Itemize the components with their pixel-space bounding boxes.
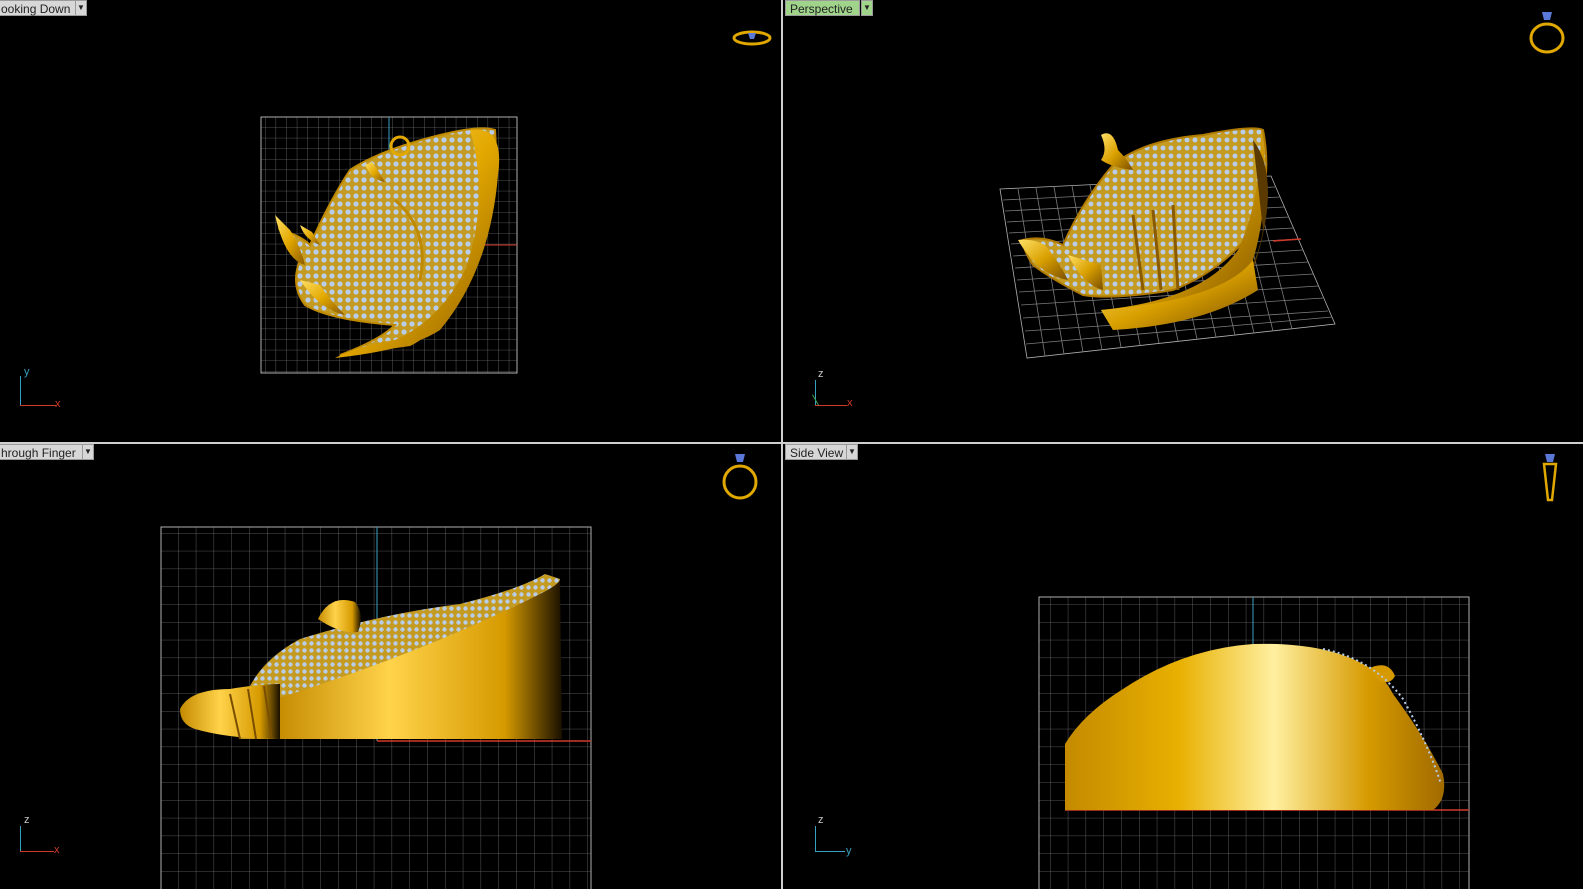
axis-triad: y x — [18, 366, 68, 412]
viewport-menu-button[interactable]: ▼ — [846, 444, 858, 460]
perspective-canvas — [999, 127, 1336, 359]
viewport-menu-button[interactable]: ▼ — [82, 444, 94, 460]
axis-triad: z y — [813, 814, 863, 858]
axis-label-vertical: z — [818, 368, 824, 380]
side-view-canvas — [1038, 596, 1470, 889]
viewport-label[interactable]: hrough Finger — [0, 444, 83, 460]
viewport-splitter-vertical[interactable] — [781, 0, 783, 889]
viewport-side-view[interactable]: Side View ▼ z y — [783, 444, 1583, 889]
viewport-splitter-horizontal[interactable] — [0, 442, 1583, 444]
axis-label-vertical: y — [24, 366, 30, 378]
viewport-label[interactable]: Side View — [785, 444, 851, 460]
axis-triad: z x — [18, 814, 68, 858]
axis-label-horizontal: x — [54, 844, 60, 856]
axis-label-vertical: z — [818, 814, 824, 826]
viewport-looking-down[interactable]: ooking Down ▼ y x — [0, 0, 781, 442]
viewport-through-finger[interactable]: hrough Finger ▼ z x — [0, 444, 781, 889]
axis-label-horizontal: x — [847, 397, 853, 409]
rhino-pendant-perspective — [1018, 127, 1268, 330]
axis-triad: z x — [812, 368, 863, 412]
looking-down-canvas — [260, 116, 518, 374]
through-finger-canvas — [160, 526, 592, 889]
ring-orientation-gizmo[interactable] — [718, 450, 762, 502]
axis-label-horizontal: y — [846, 845, 852, 857]
axis-label-vertical: z — [24, 814, 30, 826]
viewport-menu-button[interactable]: ▼ — [861, 0, 873, 16]
ring-orientation-gizmo[interactable] — [1525, 8, 1569, 56]
viewport-label[interactable]: ooking Down — [0, 0, 78, 16]
ring-orientation-gizmo[interactable] — [730, 26, 774, 50]
viewport-menu-button[interactable]: ▼ — [75, 0, 87, 16]
viewport-label[interactable]: Perspective — [785, 0, 860, 16]
ring-orientation-gizmo[interactable] — [1535, 450, 1565, 506]
axis-label-horizontal: x — [55, 398, 61, 410]
viewport-perspective[interactable]: Perspective ▼ z x — [783, 0, 1583, 442]
